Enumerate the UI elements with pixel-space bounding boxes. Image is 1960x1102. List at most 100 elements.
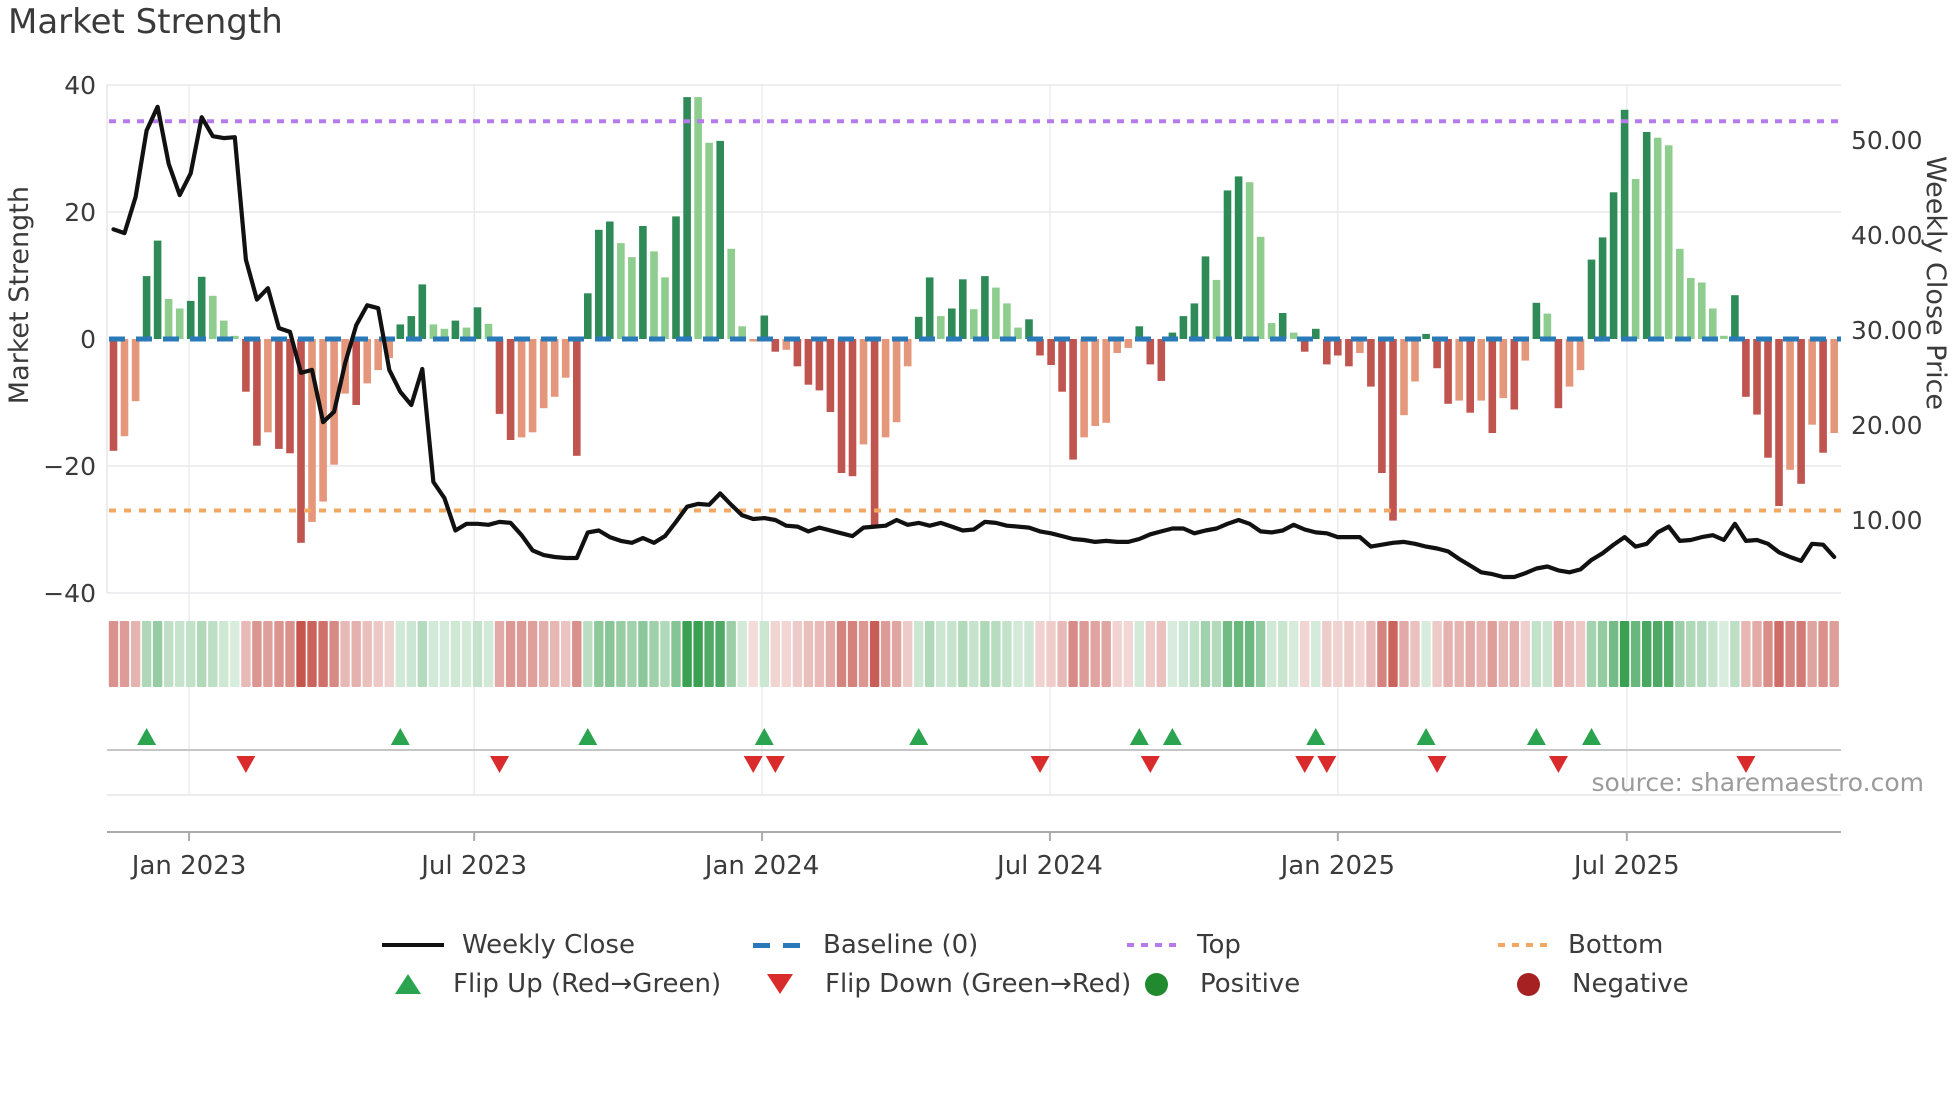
- strength-bar: [948, 308, 956, 339]
- strength-bar: [1323, 339, 1331, 365]
- strength-bar: [1642, 132, 1651, 339]
- heatmap-cell: [1211, 621, 1222, 687]
- heatmap-cell: [1278, 621, 1288, 687]
- heatmap-cell: [704, 621, 714, 687]
- strength-bar: [1764, 339, 1772, 458]
- heatmap-cell: [1101, 621, 1111, 687]
- strength-bar: [1609, 192, 1618, 339]
- legend-weekly-close-label: Weekly Close: [462, 930, 635, 960]
- heatmap-cell: [1200, 621, 1211, 687]
- strength-bar: [286, 339, 294, 454]
- flip-up-marker: [1306, 728, 1326, 745]
- heatmap-cell: [1476, 621, 1486, 687]
- heatmap-cell: [671, 621, 681, 687]
- flip-up-marker: [754, 728, 774, 745]
- heatmap-cell: [1432, 621, 1442, 687]
- heatmap-cell: [1123, 621, 1133, 687]
- heatmap-cell: [561, 621, 571, 687]
- heatmap-cell: [1520, 621, 1530, 687]
- strength-bar: [1245, 182, 1254, 339]
- heatmap-cell: [814, 621, 825, 687]
- strength-bar: [617, 243, 625, 339]
- x-axis-tick-label: Jul 2023: [419, 851, 527, 881]
- left-axis-ticks: 40 20 0 −20 −40: [43, 71, 96, 608]
- heatmap-cell: [880, 621, 891, 687]
- strength-bar: [826, 339, 835, 412]
- heatmap-cell: [1785, 621, 1795, 687]
- heatmap-cell: [1487, 621, 1497, 687]
- left-axis-tick-label: −20: [43, 452, 96, 481]
- heatmap-cell: [1002, 621, 1012, 687]
- strength-bar: [308, 339, 316, 522]
- strength-bar: [109, 339, 118, 451]
- strength-bar: [1532, 302, 1541, 339]
- legend-negative: Negative: [1517, 967, 1689, 1001]
- flip-down-marker: [1317, 756, 1337, 773]
- heatmap-cell: [252, 621, 262, 687]
- legend-positive-label: Positive: [1200, 969, 1301, 999]
- strength-bar: [925, 277, 934, 339]
- strength-bar: [760, 315, 769, 339]
- heatmap-cell: [1619, 621, 1630, 687]
- heatmap-cell: [219, 621, 229, 687]
- heatmap-cell: [693, 621, 703, 687]
- heatmap-cell: [119, 621, 130, 687]
- heatmap-cell: [836, 621, 847, 687]
- flip-down-marker: [743, 756, 763, 773]
- x-axis-tick-label: Jan 2024: [703, 851, 820, 881]
- heatmap-cell: [726, 621, 736, 687]
- strength-bar: [1433, 339, 1441, 369]
- heatmap-cell: [903, 621, 913, 687]
- weekly-close-line: [111, 104, 1837, 580]
- strength-bar: [374, 339, 382, 371]
- heatmap-cell: [792, 621, 803, 687]
- heatmap-cell: [1763, 621, 1773, 687]
- strength-bar: [992, 287, 1000, 339]
- heatmap-cell: [1266, 621, 1277, 687]
- strength-bar: [848, 339, 857, 477]
- heatmap-cell: [1068, 621, 1078, 687]
- strength-bar: [672, 216, 680, 339]
- heatmap-cell: [505, 621, 516, 687]
- strength-bar: [197, 276, 206, 339]
- heatmap-cell: [1575, 621, 1586, 687]
- strength-bar: [804, 339, 813, 385]
- market-strength-page: Market Strength Jan 2023 Jul 2023 Jan 2024…: [0, 0, 1960, 1102]
- heatmap-cell: [472, 621, 483, 687]
- heatmap-cell: [781, 621, 791, 687]
- heatmap-cell: [803, 621, 814, 687]
- heatmap-cell: [1741, 621, 1751, 687]
- heatmap-cell: [1333, 621, 1343, 687]
- heatmap-cell: [1189, 621, 1200, 687]
- heatmap-cell: [1708, 621, 1718, 687]
- heatmap-cell: [947, 621, 957, 687]
- heatmap-cell: [527, 621, 538, 687]
- heatmap-cell: [1421, 621, 1431, 687]
- heatmap-cell: [737, 621, 747, 687]
- legend-baseline: Baseline (0): [753, 928, 978, 962]
- market-strength-chart: Jan 2023 Jul 2023 Jan 2024 Jul 2024 Jan 2025…: [43, 71, 1922, 881]
- legend-flip-up: Flip Up (Red→Green): [395, 967, 721, 1001]
- strength-bar: [1256, 236, 1265, 339]
- legend-flip-down-label: Flip Down (Green→Red): [825, 969, 1132, 999]
- heatmap-cell: [1697, 621, 1707, 687]
- heatmap-cell: [759, 621, 769, 687]
- heatmap-cell: [1090, 621, 1100, 687]
- heatmap-cell: [715, 621, 725, 687]
- strength-bar: [1289, 332, 1298, 339]
- strength-bar: [1146, 339, 1155, 365]
- heatmap-cell: [285, 621, 295, 687]
- negative-dot-icon: [1517, 972, 1540, 996]
- heatmap-cell: [1653, 621, 1663, 687]
- heatmap-cell: [1608, 621, 1619, 687]
- strength-bar: [1466, 339, 1474, 413]
- bottom-dotted-swatch: [1498, 943, 1550, 947]
- strength-bar: [1069, 339, 1077, 460]
- heatmap-cell: [1311, 621, 1321, 687]
- heatmap-cell: [1586, 621, 1597, 687]
- strength-bar: [1510, 339, 1519, 410]
- heatmap-cell: [1719, 621, 1729, 687]
- heatmap-cell: [1167, 621, 1178, 687]
- strength-bar: [959, 279, 967, 339]
- heatmap-cell: [130, 621, 141, 687]
